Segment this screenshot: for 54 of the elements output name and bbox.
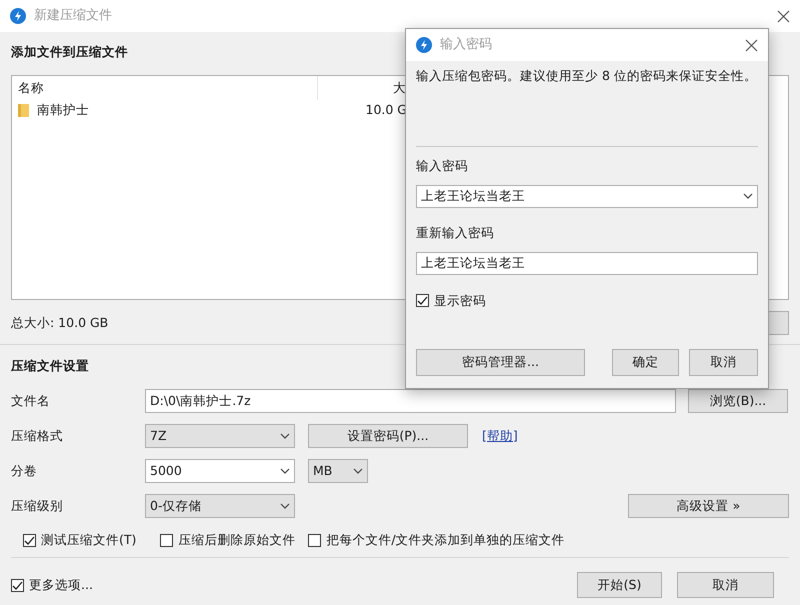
dropdown[interactable]: MB [308,459,368,483]
dialog-message: 输入压缩包密码。建议使用至少 8 位的密码来保证安全性。 [416,67,758,85]
text-field[interactable]: D:\0\南韩护士.7z [145,389,676,413]
check-icon [417,296,428,306]
window-title: 新建压缩文件 [34,7,112,26]
dropdown[interactable]: 7Z [145,424,295,448]
button[interactable]: 高级设置 » [628,494,789,518]
dialog-title: 输入密码 [440,36,492,54]
password-field[interactable]: 上老王论坛当老王 [416,184,758,208]
combo-box[interactable]: 5000 [145,459,295,483]
checkbox-label: 更多选项... [29,576,93,594]
button[interactable]: 开始(S) [577,572,662,598]
checkbox[interactable] [23,534,36,546]
button[interactable]: 确定 [612,349,679,376]
button[interactable]: 取消 [677,572,774,598]
close-icon[interactable] [777,10,790,22]
section-heading: 添加文件到压缩文件 [11,43,128,61]
file-name[interactable]: 南韩护士 [37,100,89,120]
caret-icon [743,193,753,200]
caret-icon [353,468,363,474]
check-icon [24,536,35,544]
field-label: 输入密码 [416,157,469,175]
button[interactable]: 设置密码(P)... [308,424,468,448]
button[interactable]: 密码管理器... [416,349,585,376]
checkbox[interactable] [11,578,24,592]
field-label: 分卷 [11,462,38,480]
checkbox-label: 把每个文件/文件夹添加到单独的压缩文件 [326,530,565,549]
check-icon [12,580,23,590]
column-header[interactable]: 大 [393,80,406,95]
caret-icon [280,503,290,509]
password-field[interactable]: 上老王论坛当老王 [416,252,758,274]
checkbox-label: 压缩后删除原始文件 [178,530,296,549]
field-label: 重新输入密码 [416,224,495,242]
app-icon [416,37,432,53]
checkbox-label: 显示密码 [434,292,486,310]
app-icon [10,8,26,24]
checkbox[interactable] [308,534,322,546]
checkbox[interactable] [416,294,429,308]
field-label: 文件名 [11,392,51,410]
button[interactable]: 浏览(B)... [688,389,788,413]
column-header[interactable]: 名称 [12,76,318,100]
field-label: 压缩格式 [11,426,64,445]
button[interactable]: 取消 [689,349,758,376]
section-heading: 压缩文件设置 [11,357,89,375]
folder-icon [18,103,29,117]
dropdown[interactable]: 0-仅存储 [145,494,295,518]
help-link[interactable]: [帮助] [482,426,518,446]
checkbox[interactable] [160,534,174,546]
caret-icon [280,468,290,474]
caret-icon [280,433,290,439]
close-icon[interactable] [745,38,758,52]
checkbox-label: 测试压缩文件(T) [41,530,136,549]
total-size: 总大小: 10.0 GB [11,314,108,332]
field-label: 压缩级别 [11,496,64,515]
